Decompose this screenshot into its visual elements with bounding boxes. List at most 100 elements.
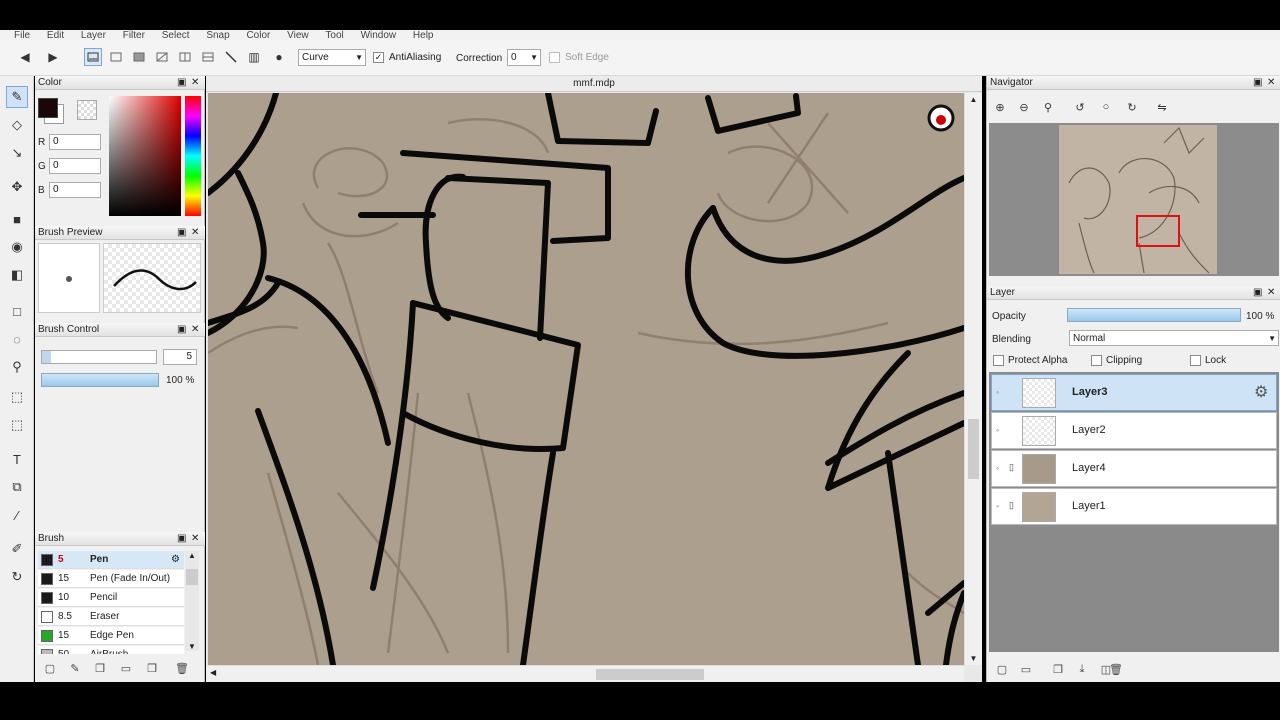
brush-size-input[interactable]: 5 (163, 349, 197, 365)
horizontal-scrollbar[interactable]: ◀ (206, 665, 964, 682)
brush-item[interactable]: 5 Pen ⚙ (38, 551, 184, 569)
layer-row[interactable]: ◦ Layer3 ⚙ (991, 374, 1277, 411)
hue-slider[interactable] (185, 96, 201, 216)
stroke-mode-5-icon[interactable] (176, 48, 194, 66)
layer-row[interactable]: ◦ Layer2 (991, 412, 1277, 449)
antialiasing-checkbox[interactable]: ✓ (373, 52, 384, 63)
rotate-right-icon[interactable]: ↻ (1123, 98, 1141, 116)
soft-edge-checkbox[interactable] (549, 52, 560, 63)
bucket-tool-icon[interactable]: ◉ (6, 236, 28, 258)
r-input[interactable]: 0 (49, 134, 101, 150)
gear-icon[interactable]: ⚙ (1254, 382, 1268, 402)
pen-tool-icon[interactable]: ✎ (6, 86, 28, 108)
stroke-mode-4-icon[interactable] (153, 48, 171, 66)
eye-icon[interactable]: ◦ (996, 463, 999, 473)
brush-item[interactable]: 50 AirBrush (38, 646, 184, 654)
brush-item[interactable]: 15 Pen (Fade In/Out) (38, 570, 184, 588)
clipping-checkbox[interactable] (1091, 355, 1102, 366)
menu-snap[interactable]: Snap (206, 31, 229, 41)
close-icon[interactable]: ✕ (1267, 76, 1275, 90)
blending-select[interactable]: Normal ▼ (1069, 330, 1279, 346)
menu-select[interactable]: Select (162, 31, 190, 41)
eye-icon[interactable]: ◦ (996, 425, 999, 435)
line-tool-icon[interactable] (222, 48, 240, 66)
copy-brush-icon[interactable]: ❐ (93, 661, 107, 675)
hand-tool-icon[interactable]: ✐ (6, 538, 28, 560)
gear-icon[interactable]: ⚙ (171, 551, 180, 569)
gradient-tool-icon[interactable]: ◧ (6, 264, 28, 286)
lasso-tool-icon[interactable]: ◌ (6, 328, 28, 350)
redo-icon[interactable]: ▶ (44, 48, 62, 66)
flip-icon[interactable]: ⇋ (1153, 98, 1171, 116)
brush-size-slider[interactable] (41, 350, 157, 364)
eye-icon[interactable]: ◦ (996, 387, 999, 397)
close-icon[interactable]: ✕ (191, 532, 199, 546)
menu-tool[interactable]: Tool (325, 31, 343, 41)
brush-save-icon[interactable]: ❒ (145, 661, 159, 675)
zoom-in-icon[interactable]: ⊕ (991, 98, 1009, 116)
rotate-tool-icon[interactable]: ↻ (6, 566, 28, 588)
magic-wand-icon[interactable]: ⚲ (6, 356, 28, 378)
vertical-scrollbar[interactable]: ▲ ▼ (964, 93, 982, 665)
new-layer-icon[interactable]: ▢ (995, 662, 1009, 676)
dock-icon[interactable]: ▣ (177, 76, 186, 90)
eye-icon[interactable]: ◦ (996, 501, 999, 511)
layer-row[interactable]: ◦ ▯ Layer4 (991, 450, 1277, 487)
brush-item[interactable]: 10 Pencil (38, 589, 184, 607)
menu-filter[interactable]: Filter (123, 31, 145, 41)
select-eraser-icon[interactable]: ⬚ (6, 414, 28, 436)
new-folder-icon[interactable]: ▭ (1019, 662, 1033, 676)
foreground-color-swatch[interactable] (38, 98, 58, 118)
dock-icon[interactable]: ▣ (1253, 286, 1262, 300)
navigator-preview[interactable] (989, 123, 1279, 276)
dock-icon[interactable]: ▣ (177, 323, 186, 337)
menu-layer[interactable]: Layer (81, 31, 106, 41)
eraser-tool-icon[interactable]: ◇ (6, 114, 28, 136)
zoom-out-icon[interactable]: ⊖ (1015, 98, 1033, 116)
menu-file[interactable]: File (14, 31, 30, 41)
zoom-fit-icon[interactable]: ⚲ (1039, 98, 1057, 116)
brush-item[interactable]: 15 Edge Pen (38, 627, 184, 645)
correction-select[interactable]: 0 ▼ (507, 49, 541, 66)
move-tool-icon[interactable]: ✥ (6, 176, 28, 198)
select-pen-icon[interactable]: ⬚ (6, 386, 28, 408)
lock-checkbox[interactable] (1190, 355, 1201, 366)
undo-icon[interactable]: ◀ (16, 48, 34, 66)
menu-color[interactable]: Color (246, 31, 270, 41)
rotate-left-icon[interactable]: ↺ (1071, 98, 1089, 116)
fill-tool-icon[interactable]: ■ (6, 208, 28, 230)
transparent-color-swatch[interactable] (77, 100, 97, 120)
stroke-mode-normal-icon[interactable] (84, 48, 102, 66)
rotate-reset-icon[interactable]: ○ (1097, 98, 1115, 116)
curve-select[interactable]: Curve ▼ (298, 49, 366, 66)
layer-opacity-slider[interactable] (1067, 308, 1241, 322)
brush-folder-icon[interactable]: ▭ (119, 661, 133, 675)
saturation-value-picker[interactable] (109, 96, 181, 216)
drawing-canvas[interactable] (208, 93, 964, 665)
text-tool-icon[interactable]: T (6, 448, 28, 470)
stroke-mode-3-icon[interactable] (130, 48, 148, 66)
line-tool-icon[interactable]: ↘ (6, 142, 28, 164)
brush-list-scrollbar[interactable]: ▲ ▼ (185, 551, 199, 651)
brush-opacity-slider[interactable] (41, 373, 159, 387)
stroke-mode-6-icon[interactable] (199, 48, 217, 66)
document-tab[interactable]: mmf.mdp (206, 76, 982, 92)
select-tool-icon[interactable]: □ (6, 300, 28, 322)
new-brush-icon[interactable]: ▢ (43, 661, 57, 675)
protect-alpha-checkbox[interactable] (993, 355, 1004, 366)
eyedropper-icon[interactable]: ⁄ (6, 504, 28, 526)
b-input[interactable]: 0 (49, 182, 101, 198)
close-icon[interactable]: ✕ (191, 323, 199, 337)
dock-icon[interactable]: ▣ (177, 226, 186, 240)
grid-snap-icon[interactable]: ▥ (245, 48, 263, 66)
dock-icon[interactable]: ▣ (177, 532, 186, 546)
merge-layer-icon[interactable]: ⤓ (1075, 662, 1089, 676)
menu-window[interactable]: Window (361, 31, 397, 41)
dock-icon[interactable]: ▣ (1253, 76, 1262, 90)
dot-icon[interactable]: ● (270, 48, 288, 66)
divide-tool-icon[interactable]: ⧉ (6, 476, 28, 498)
delete-brush-icon[interactable]: 🗑 (175, 661, 189, 675)
close-icon[interactable]: ✕ (191, 226, 199, 240)
g-input[interactable]: 0 (49, 158, 101, 174)
close-icon[interactable]: ✕ (191, 76, 199, 90)
